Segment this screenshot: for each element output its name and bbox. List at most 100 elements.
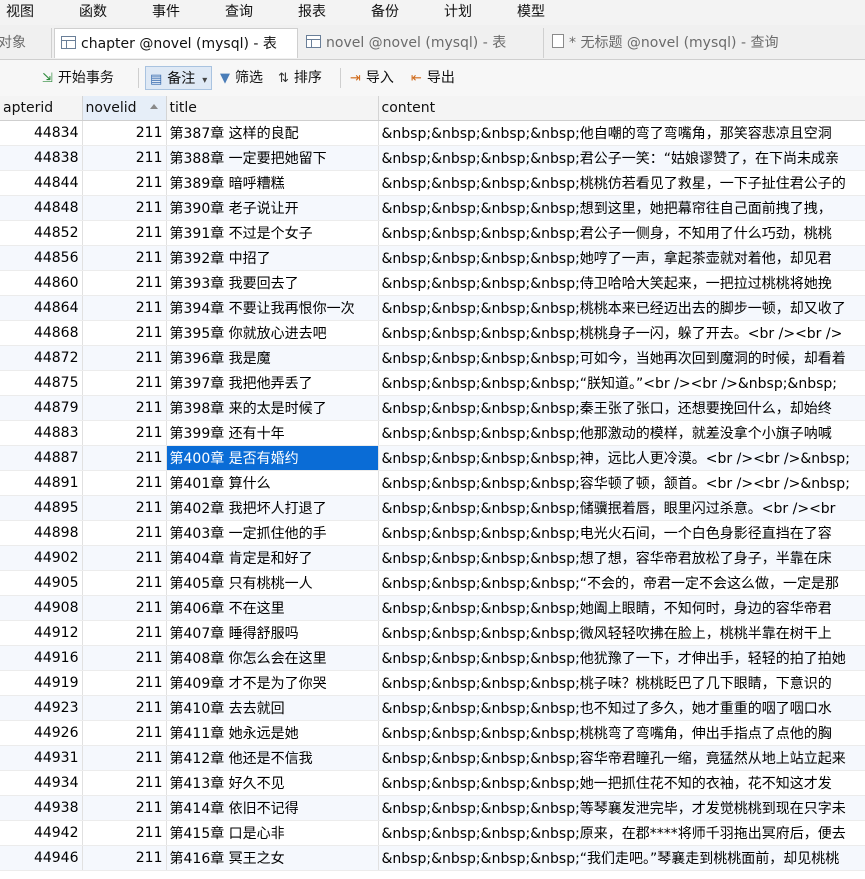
cell-content[interactable]: &nbsp;&nbsp;&nbsp;&nbsp;容华顿了顿，颔首。<br /><… xyxy=(378,470,865,496)
cell-content[interactable]: &nbsp;&nbsp;&nbsp;&nbsp;容华帝君瞳孔一缩，竟猛然从地上站… xyxy=(378,745,865,771)
table-row[interactable]: 44838 211 第388章 一定要把她留下 &nbsp;&nbsp;&nbsp;&… xyxy=(0,145,865,171)
cell-chapterid[interactable]: 44895 xyxy=(0,495,83,521)
cell-content[interactable]: &nbsp;&nbsp;&nbsp;&nbsp;她一把抓住花不知的衣袖，花不知这… xyxy=(378,770,865,796)
cell-chapterid[interactable]: 44875 xyxy=(0,370,83,396)
cell-novelid[interactable]: 211 xyxy=(82,270,167,296)
cell-title[interactable]: 第394章 不要让我再恨你一次 xyxy=(166,295,379,321)
cell-novelid[interactable]: 211 xyxy=(82,195,167,221)
cell-chapterid[interactable]: 44887 xyxy=(0,445,83,471)
cell-chapterid[interactable]: 44931 xyxy=(0,745,83,771)
table-row[interactable]: 44864 211 第394章 不要让我再恨你一次 &nbsp;&nbsp;&nbsp… xyxy=(0,295,865,321)
cell-chapterid[interactable]: 44942 xyxy=(0,820,83,846)
table-row[interactable]: 44852 211 第391章 不过是个女子 &nbsp;&nbsp;&nbsp;&n… xyxy=(0,220,865,246)
table-row[interactable]: 44868 211 第395章 你就放心进去吧 &nbsp;&nbsp;&nbsp;&… xyxy=(0,320,865,346)
begin-transaction-button[interactable]: ⇲ 开始事务 xyxy=(42,66,114,90)
cell-title[interactable]: 第389章 暗呼糟糕 xyxy=(166,170,379,196)
cell-title[interactable]: 第390章 老子说让开 xyxy=(166,195,379,221)
cell-chapterid[interactable]: 44868 xyxy=(0,320,83,346)
cell-chapterid[interactable]: 44902 xyxy=(0,545,83,571)
cell-title[interactable]: 第416章 冥王之女 xyxy=(166,845,379,871)
cell-novelid[interactable]: 211 xyxy=(82,695,167,721)
cell-content[interactable]: &nbsp;&nbsp;&nbsp;&nbsp;桃桃弯了弯嘴角，伸出手指点了点他… xyxy=(378,720,865,746)
table-row[interactable]: 44912 211 第407章 睡得舒服吗 &nbsp;&nbsp;&nbsp;&nb… xyxy=(0,620,865,646)
cell-novelid[interactable]: 211 xyxy=(82,395,167,421)
cell-title[interactable]: 第401章 算什么 xyxy=(166,470,379,496)
menu-view[interactable]: 视图 xyxy=(6,0,34,24)
cell-content[interactable]: &nbsp;&nbsp;&nbsp;&nbsp;桃子味？桃桃眨巴了几下眼睛，下意… xyxy=(378,670,865,696)
cell-content[interactable]: &nbsp;&nbsp;&nbsp;&nbsp;她哼了一声，拿起茶壶就对着他，却… xyxy=(378,245,865,271)
table-row[interactable]: 44883 211 第399章 还有十年 &nbsp;&nbsp;&nbsp;&nbs… xyxy=(0,420,865,446)
cell-novelid[interactable]: 211 xyxy=(82,770,167,796)
tab-chapter-table[interactable]: chapter @novel (mysql) - 表 xyxy=(54,28,298,58)
table-row[interactable]: 44942 211 第415章 口是心非 &nbsp;&nbsp;&nbsp;&nbs… xyxy=(0,820,865,846)
cell-chapterid[interactable]: 44891 xyxy=(0,470,83,496)
table-row[interactable]: 44834 211 第387章 这样的良配 &nbsp;&nbsp;&nbsp;&nb… xyxy=(0,120,865,146)
table-row[interactable]: 44908 211 第406章 不在这里 &nbsp;&nbsp;&nbsp;&nbs… xyxy=(0,595,865,621)
table-row[interactable]: 44923 211 第410章 去去就回 &nbsp;&nbsp;&nbsp;&nbs… xyxy=(0,695,865,721)
cell-title[interactable]: 第404章 肯定是和好了 xyxy=(166,545,379,571)
cell-content[interactable]: &nbsp;&nbsp;&nbsp;&nbsp;也不知过了多久，她才重重的咽了咽… xyxy=(378,695,865,721)
cell-novelid[interactable]: 211 xyxy=(82,420,167,446)
table-row[interactable]: 44919 211 第409章 才不是为了你哭 &nbsp;&nbsp;&nbsp;&… xyxy=(0,670,865,696)
cell-content[interactable]: &nbsp;&nbsp;&nbsp;&nbsp;可如今，当她再次回到魔洞的时候，… xyxy=(378,345,865,371)
table-row[interactable]: 44872 211 第396章 我是魔 &nbsp;&nbsp;&nbsp;&nbsp… xyxy=(0,345,865,371)
cell-content[interactable]: &nbsp;&nbsp;&nbsp;&nbsp;君公子一笑：“姑娘谬赞了，在下尚… xyxy=(378,145,865,171)
import-button[interactable]: ⇥ 导入 xyxy=(350,66,394,90)
cell-title[interactable]: 第408章 你怎么会在这里 xyxy=(166,645,379,671)
cell-title[interactable]: 第388章 一定要把她留下 xyxy=(166,145,379,171)
tab-novel-table[interactable]: novel @novel (mysql) - 表 xyxy=(300,28,544,58)
cell-chapterid[interactable]: 44946 xyxy=(0,845,83,871)
cell-chapterid[interactable]: 44905 xyxy=(0,570,83,596)
cell-title[interactable]: 第395章 你就放心进去吧 xyxy=(166,320,379,346)
cell-content[interactable]: &nbsp;&nbsp;&nbsp;&nbsp;她阖上眼睛，不知何时，身边的容华… xyxy=(378,595,865,621)
cell-novelid[interactable]: 211 xyxy=(82,295,167,321)
memo-button[interactable]: ▤ 备注 ▾ xyxy=(145,66,213,90)
cell-novelid[interactable]: 211 xyxy=(82,145,167,171)
table-row[interactable]: 44860 211 第393章 我要回去了 &nbsp;&nbsp;&nbsp;&nb… xyxy=(0,270,865,296)
export-button[interactable]: ⇤ 导出 xyxy=(411,66,455,90)
cell-novelid[interactable]: 211 xyxy=(82,220,167,246)
column-header-title[interactable]: title xyxy=(166,96,379,121)
cell-content[interactable]: &nbsp;&nbsp;&nbsp;&nbsp;君公子一侧身，不知用了什么巧劲，… xyxy=(378,220,865,246)
table-row[interactable]: 44926 211 第411章 她永远是她 &nbsp;&nbsp;&nbsp;&nb… xyxy=(0,720,865,746)
table-row[interactable]: 44856 211 第392章 中招了 &nbsp;&nbsp;&nbsp;&nbsp… xyxy=(0,245,865,271)
cell-chapterid[interactable]: 44908 xyxy=(0,595,83,621)
cell-title[interactable]: 第393章 我要回去了 xyxy=(166,270,379,296)
cell-content[interactable]: &nbsp;&nbsp;&nbsp;&nbsp;微风轻轻吹拂在脸上，桃桃半靠在树… xyxy=(378,620,865,646)
table-row[interactable]: 44916 211 第408章 你怎么会在这里 &nbsp;&nbsp;&nbsp;&… xyxy=(0,645,865,671)
cell-chapterid[interactable]: 44926 xyxy=(0,720,83,746)
cell-content[interactable]: &nbsp;&nbsp;&nbsp;&nbsp;桃桃仿若看见了救星，一下子扯住君… xyxy=(378,170,865,196)
table-row[interactable]: 44938 211 第414章 依旧不记得 &nbsp;&nbsp;&nbsp;&nb… xyxy=(0,795,865,821)
cell-chapterid[interactable]: 44852 xyxy=(0,220,83,246)
table-row[interactable]: 44902 211 第404章 肯定是和好了 &nbsp;&nbsp;&nbsp;&n… xyxy=(0,545,865,571)
cell-title[interactable]: 第415章 口是心非 xyxy=(166,820,379,846)
cell-content[interactable]: &nbsp;&nbsp;&nbsp;&nbsp;秦王张了张口，还想要挽回什么，却… xyxy=(378,395,865,421)
column-header-content[interactable]: content xyxy=(378,96,865,121)
cell-novelid[interactable]: 211 xyxy=(82,595,167,621)
menu-query[interactable]: 查询 xyxy=(225,0,253,24)
cell-novelid[interactable]: 211 xyxy=(82,495,167,521)
chevron-down-icon[interactable]: ▾ xyxy=(202,75,207,86)
cell-content[interactable]: &nbsp;&nbsp;&nbsp;&nbsp;他犹豫了一下，才伸出手，轻轻的拍… xyxy=(378,645,865,671)
menu-function[interactable]: 函数 xyxy=(79,0,107,24)
cell-novelid[interactable]: 211 xyxy=(82,170,167,196)
cell-content[interactable]: &nbsp;&nbsp;&nbsp;&nbsp;电光火石间，一个白色身影径直挡在… xyxy=(378,520,865,546)
cell-title[interactable]: 第399章 还有十年 xyxy=(166,420,379,446)
cell-title[interactable]: 第414章 依旧不记得 xyxy=(166,795,379,821)
cell-novelid[interactable]: 211 xyxy=(82,120,167,146)
table-row[interactable]: 44875 211 第397章 我把他弄丢了 &nbsp;&nbsp;&nbsp;&n… xyxy=(0,370,865,396)
cell-title[interactable]: 第410章 去去就回 xyxy=(166,695,379,721)
table-row[interactable]: 44905 211 第405章 只有桃桃一人 &nbsp;&nbsp;&nbsp;&n… xyxy=(0,570,865,596)
column-header-novelid[interactable]: novelid xyxy=(82,96,167,121)
cell-title[interactable]: 第397章 我把他弄丢了 xyxy=(166,370,379,396)
cell-chapterid[interactable]: 44872 xyxy=(0,345,83,371)
cell-title[interactable]: 第411章 她永远是她 xyxy=(166,720,379,746)
cell-chapterid[interactable]: 44860 xyxy=(0,270,83,296)
cell-novelid[interactable]: 211 xyxy=(82,470,167,496)
cell-content[interactable]: &nbsp;&nbsp;&nbsp;&nbsp;神，远比人更冷漠。<br /><… xyxy=(378,445,865,471)
cell-content[interactable]: &nbsp;&nbsp;&nbsp;&nbsp;桃桃身子一闪，躲了开去。<br … xyxy=(378,320,865,346)
table-row[interactable]: 44898 211 第403章 一定抓住他的手 &nbsp;&nbsp;&nbsp;&… xyxy=(0,520,865,546)
cell-content[interactable]: &nbsp;&nbsp;&nbsp;&nbsp;“我们走吧。”琴襄走到桃桃面前，… xyxy=(378,845,865,871)
cell-chapterid[interactable]: 44883 xyxy=(0,420,83,446)
filter-button[interactable]: ▼ 筛选 xyxy=(220,66,263,90)
